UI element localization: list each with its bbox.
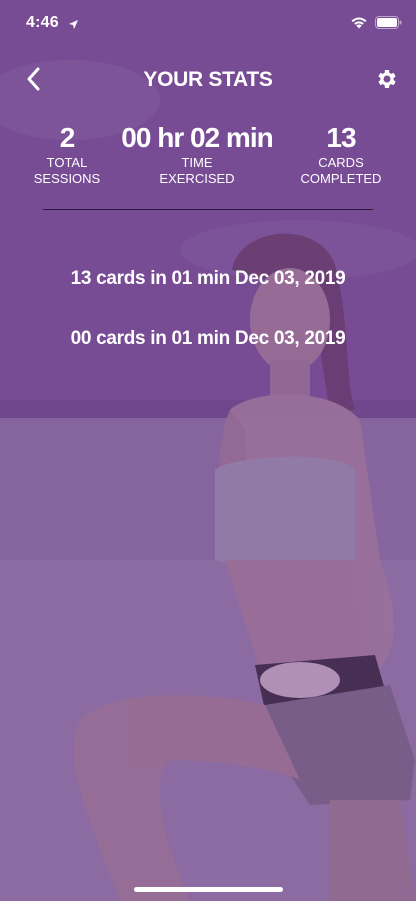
nav-bar: YOUR STATS [0,58,416,102]
home-indicator[interactable] [134,887,283,892]
stats-summary: 2 TOTAL SESSIONS 00 hr 02 min TIME EXERC… [0,122,416,192]
stat-cards-completed: 13 CARDS COMPLETED [301,122,382,186]
stat-value: 2 [59,122,76,153]
stat-time-exercised: 00 hr 02 min TIME EXERCISED [121,122,273,186]
stat-label-line2: SESSIONS [33,171,101,186]
session-history-list: 13 cards in 01 min Dec 03, 2019 00 cards… [0,265,416,385]
battery-icon [375,16,402,34]
stat-total-sessions: 2 TOTAL SESSIONS [34,122,100,186]
wifi-icon [350,16,368,34]
status-bar: 4:46 [0,0,416,50]
settings-button[interactable] [372,66,402,96]
stat-value: 13 [326,122,356,153]
divider [43,209,373,210]
gear-icon [375,67,399,96]
stat-value: 00 hr 02 min [121,122,273,153]
stat-label-line1: TIME [181,155,213,170]
stat-label-line1: CARDS [318,155,364,170]
stat-label-line2: EXERCISED [159,171,235,186]
location-arrow-icon [68,17,79,35]
list-item[interactable]: 13 cards in 01 min Dec 03, 2019 [0,265,416,325]
page-title: YOUR STATS [143,68,273,91]
status-time: 4:46 [26,14,59,31]
stat-label-line1: TOTAL [46,155,88,170]
stats-screen: 4:46 YOUR STATS 2 TOTAL SESSIONS 00 hr 0… [0,0,416,901]
stat-label-line2: COMPLETED [300,171,382,186]
list-item[interactable]: 00 cards in 01 min Dec 03, 2019 [0,325,416,385]
